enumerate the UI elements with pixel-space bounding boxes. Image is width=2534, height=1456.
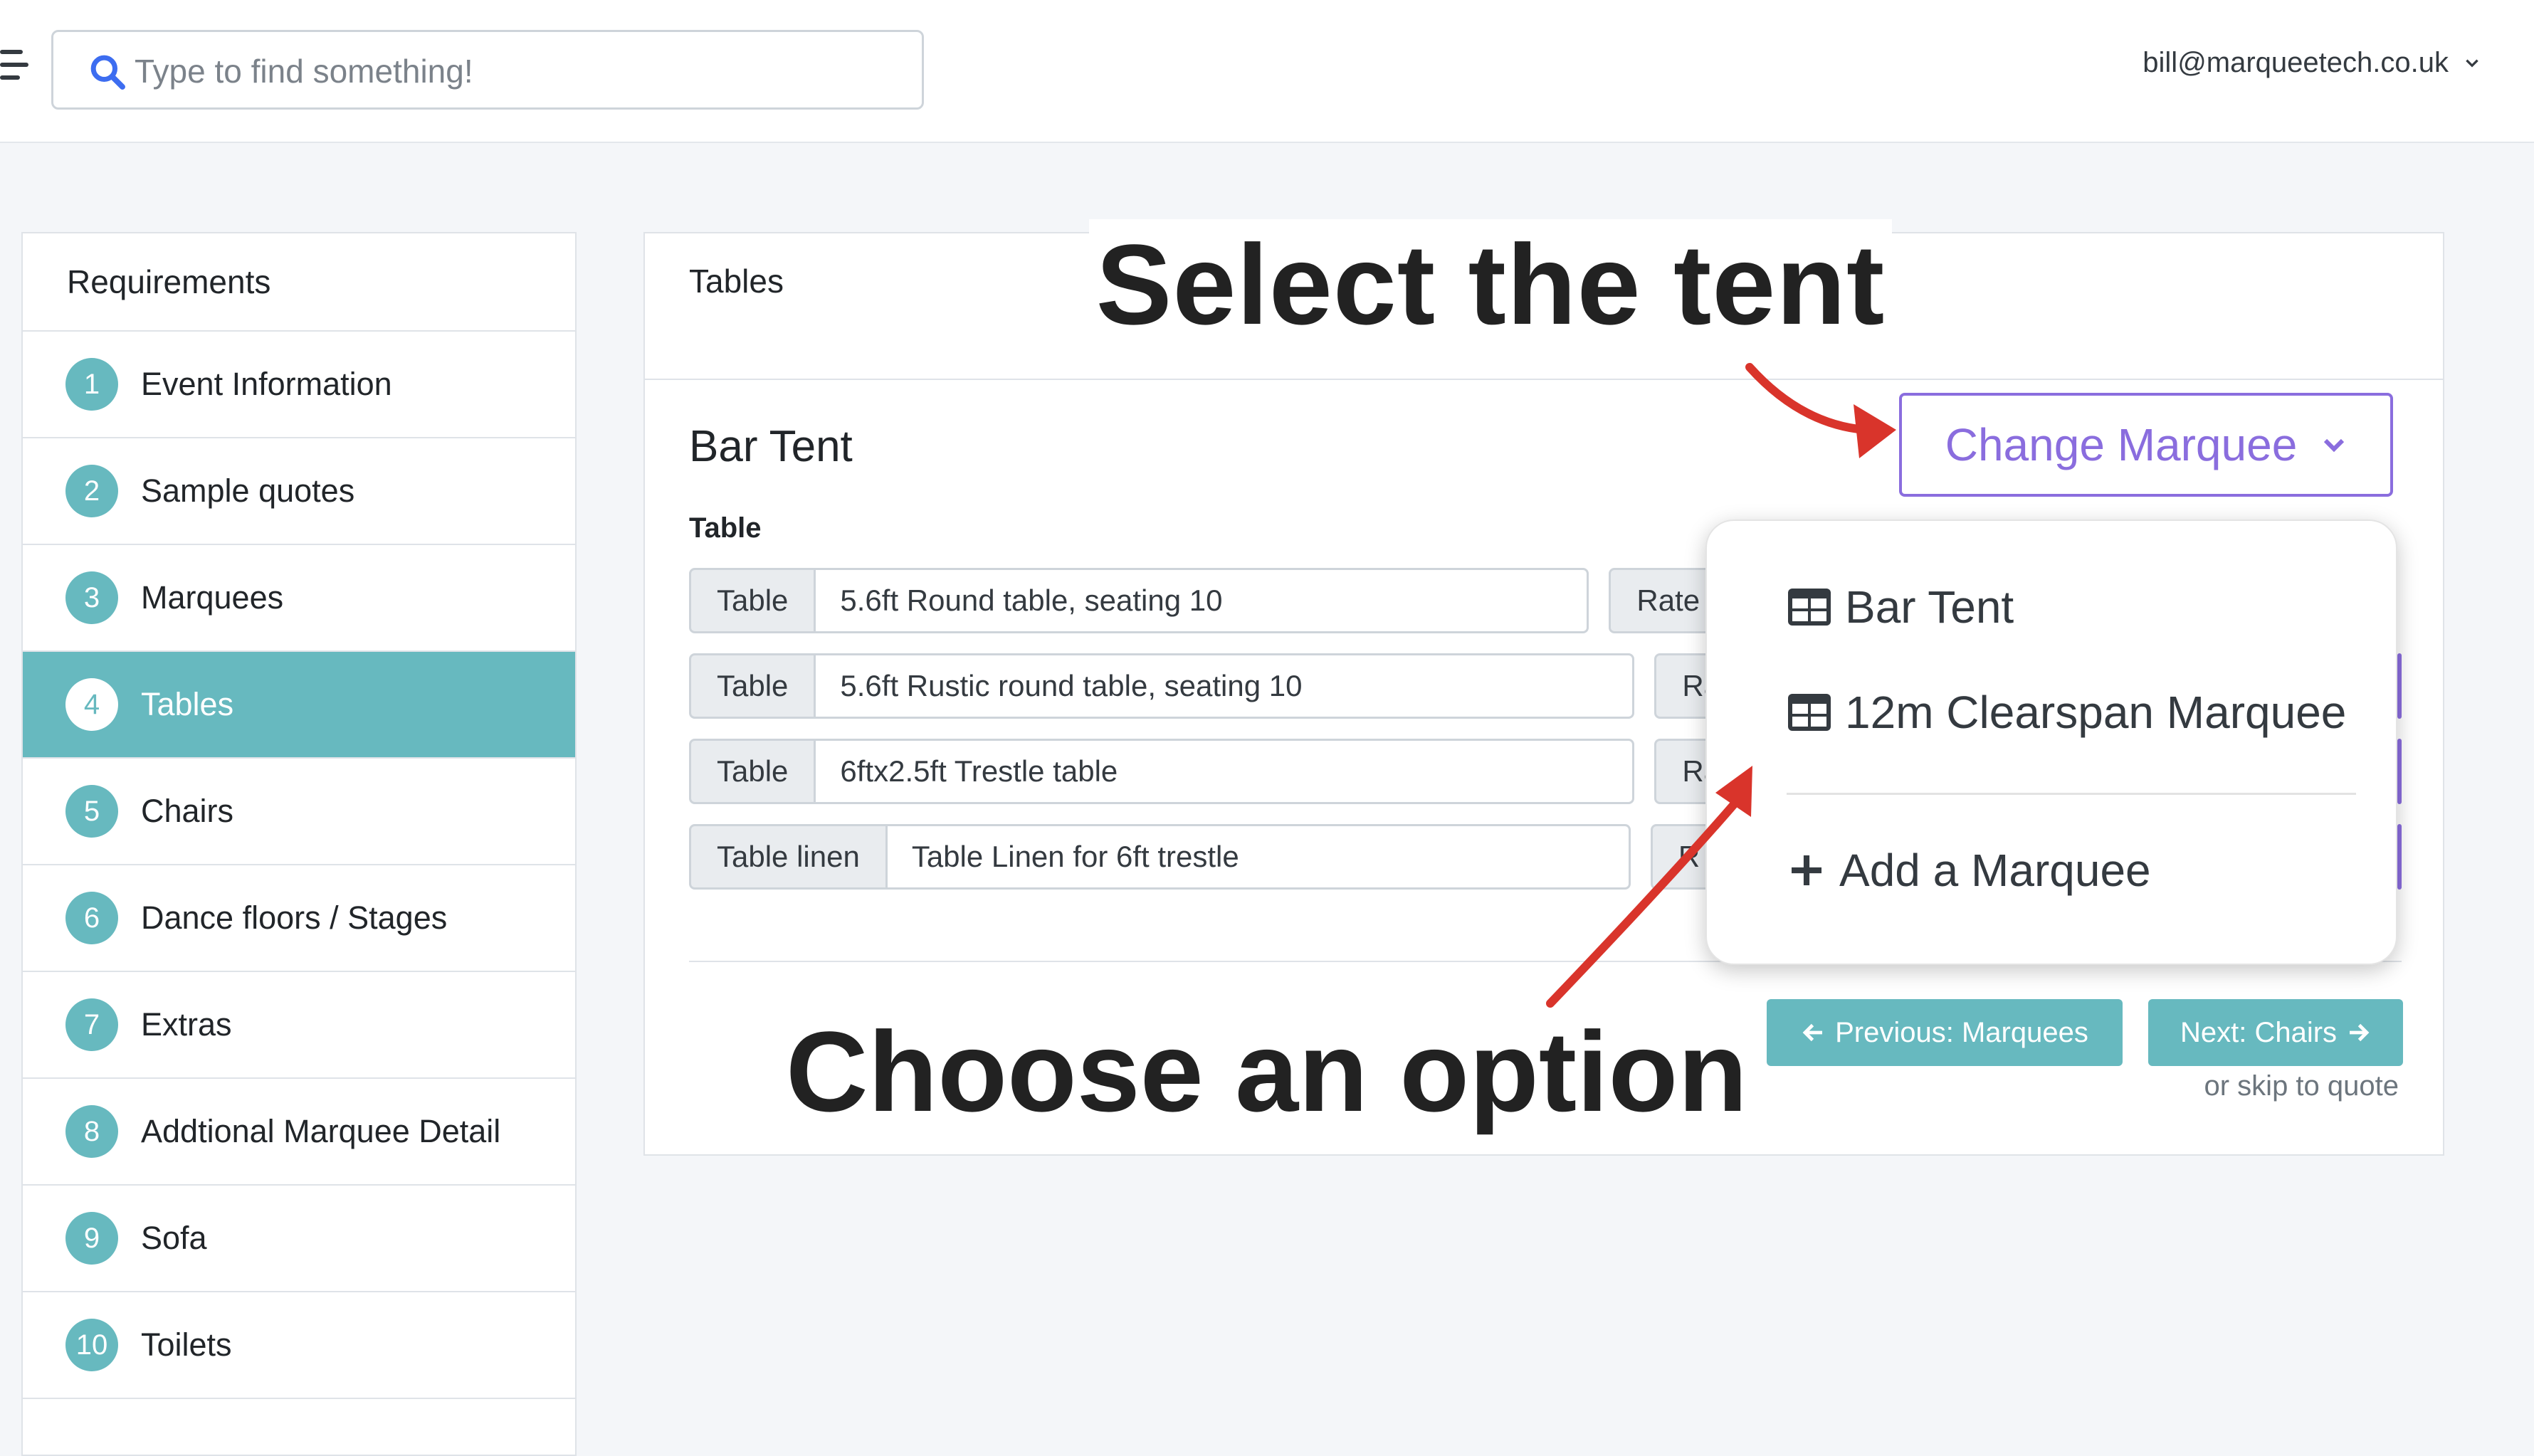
plus-icon (1792, 855, 1821, 885)
dropdown-item-12m-clearspan[interactable]: 12m Clearspan Marquee (1787, 686, 2346, 739)
chevron-down-icon (2466, 59, 2478, 68)
step-badge: 7 (65, 998, 118, 1051)
row-type-label: Table (689, 568, 816, 633)
sidebar-item-label: Chairs (141, 793, 234, 829)
next-button[interactable]: Next: Chairs (2148, 999, 2403, 1066)
sidebar-title: Requirements (23, 233, 575, 332)
sidebar-item-label: Toilets (141, 1326, 232, 1363)
step-badge: 10 (65, 1319, 118, 1371)
dropdown-divider (1787, 793, 2356, 795)
sidebar-item-label: Addtional Marquee Detail (141, 1113, 501, 1149)
table-item-field[interactable]: 6ftx2.5ft Trestle table (816, 739, 1635, 804)
arrow-right-icon (2350, 1023, 2370, 1042)
dropdown-item-label: Bar Tent (1845, 581, 2014, 633)
annotation-choose-option: Choose an option (786, 1008, 1748, 1135)
chevron-down-icon (2324, 438, 2345, 453)
top-bar: bill@marqueetech.co.uk (0, 0, 2534, 143)
marquee-dropdown-menu: Bar Tent 12m Clearspan Marquee Add a Mar… (1705, 519, 2397, 965)
sidebar-item-additional-marquee-detail[interactable]: 8 Addtional Marquee Detail (23, 1079, 575, 1186)
step-badge: 5 (65, 785, 118, 838)
annotation-select-tent: Select the tent (1089, 219, 1892, 350)
table-grid-icon (1788, 694, 1831, 731)
sidebar-item-sofa[interactable]: 9 Sofa (23, 1186, 575, 1292)
step-badge: 4 (65, 678, 118, 731)
step-badge: 6 (65, 892, 118, 944)
row-type-label: Table (689, 739, 816, 804)
step-badge: 3 (65, 571, 118, 624)
user-menu[interactable]: bill@marqueetech.co.uk (2143, 47, 2481, 79)
dropdown-item-bar-tent[interactable]: Bar Tent (1787, 581, 2014, 633)
sidebar-item-label: Event Information (141, 366, 392, 402)
sidebar-item-label: Dance floors / Stages (141, 900, 448, 936)
sidebar-item-label: Sample quotes (141, 473, 355, 509)
skip-to-quote-link[interactable]: or skip to quote (2204, 1070, 2399, 1102)
search-box[interactable] (51, 30, 924, 110)
table-row: Table 5.6ft Round table, seating 10 Rate (689, 568, 1752, 633)
step-badge: 2 (65, 465, 118, 517)
step-badge: 9 (65, 1212, 118, 1265)
row-type-label: Table linen (689, 824, 888, 890)
table-row: Table 6ftx2.5ft Trestle table Ra (689, 739, 1797, 804)
sidebar-item-event-information[interactable]: 1 Event Information (23, 332, 575, 438)
input-edge (2397, 653, 2402, 719)
sidebar-item-tables[interactable]: 4 Tables (23, 652, 575, 759)
table-item-field[interactable]: 5.6ft Round table, seating 10 (816, 568, 1589, 633)
sidebar-item-label: Sofa (141, 1220, 207, 1256)
table-item-field[interactable]: Table Linen for 6ft trestle (887, 824, 1631, 890)
search-input[interactable] (133, 45, 905, 97)
sidebar-item-marquees[interactable]: 3 Marquees (23, 545, 575, 652)
search-icon (90, 55, 125, 90)
dropdown-item-label: 12m Clearspan Marquee (1845, 687, 2347, 738)
add-marquee-option[interactable]: Add a Marquee (1787, 844, 2151, 897)
sidebar-item-chairs[interactable]: 5 Chairs (23, 759, 575, 865)
table-row: Table 5.6ft Rustic round table, seating … (689, 653, 1797, 719)
arrow-left-icon (1802, 1023, 1823, 1042)
sidebar-item-sample-quotes[interactable]: 2 Sample quotes (23, 438, 575, 545)
menu-toggle-icon[interactable] (0, 50, 28, 93)
change-marquee-button[interactable]: Change Marquee (1899, 393, 2393, 497)
sidebar-item-toilets[interactable]: 10 Toilets (23, 1292, 575, 1399)
previous-button[interactable]: Previous: Marquees (1767, 999, 2123, 1066)
marquee-section-title: Bar Tent (689, 422, 853, 471)
input-edge (2397, 824, 2402, 890)
table-grid-icon (1788, 589, 1831, 626)
next-button-label: Next: Chairs (2180, 1016, 2338, 1048)
input-edge (2397, 739, 2402, 804)
sidebar-item-extras[interactable]: 7 Extras (23, 972, 575, 1079)
row-type-label: Table (689, 653, 816, 719)
sidebar-item-label: Tables (141, 686, 234, 722)
previous-button-label: Previous: Marquees (1835, 1016, 2088, 1048)
sidebar-item-dance-floors[interactable]: 6 Dance floors / Stages (23, 865, 575, 972)
step-badge: 8 (65, 1105, 118, 1158)
table-row: Table linen Table Linen for 6ft trestle … (689, 824, 1793, 890)
change-marquee-label: Change Marquee (1945, 419, 2298, 470)
requirements-sidebar: Requirements 1 Event Information 2 Sampl… (21, 232, 577, 1456)
user-email: bill@marqueetech.co.uk (2143, 47, 2449, 78)
sidebar-item-label: Marquees (141, 579, 284, 616)
sidebar-item-label: Extras (141, 1006, 232, 1043)
table-item-field[interactable]: 5.6ft Rustic round table, seating 10 (816, 653, 1635, 719)
step-badge: 1 (65, 358, 118, 411)
add-marquee-label: Add a Marquee (1839, 845, 2151, 896)
field-label: Table (689, 512, 762, 544)
